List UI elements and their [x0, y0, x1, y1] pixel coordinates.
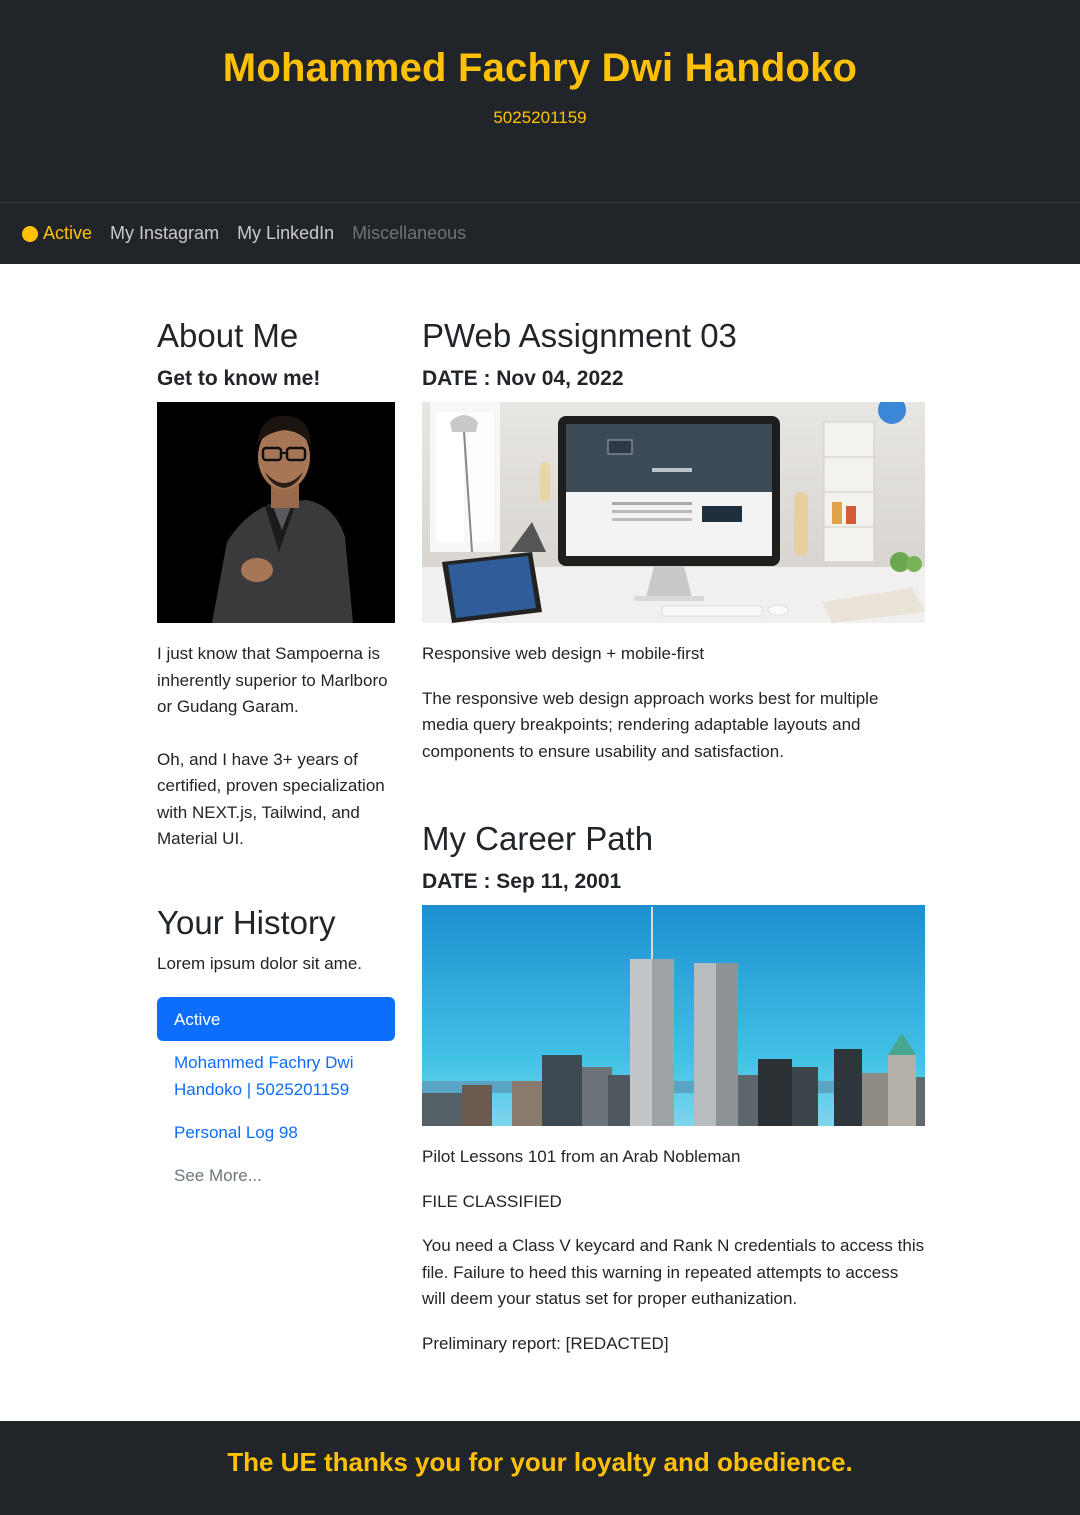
history-text: Lorem ipsum dolor sit ame.: [157, 953, 363, 973]
history-item-active[interactable]: Active: [157, 997, 395, 1041]
history-item-profile-link[interactable]: Mohammed Fachry Dwi Handoko | 5025201159: [157, 1041, 395, 1111]
nav-item-active[interactable]: Active: [22, 223, 92, 244]
nav-item-label: Active: [43, 223, 93, 243]
history-heading: Your History: [157, 903, 336, 941]
footer-message: The UE thanks you for your loyalty and o…: [227, 1447, 853, 1477]
history-item-see-more[interactable]: See More...: [157, 1154, 395, 1197]
navbar: Active My Instagram My LinkedIn Miscella…: [0, 202, 1080, 264]
post-report: Preliminary report: [REDACTED]: [422, 1333, 669, 1353]
post-title: My Career Path: [422, 820, 654, 857]
post-body: The responsive web design approach works…: [422, 688, 879, 761]
sidebar-column: About Me Get to know me! I just know tha…: [157, 316, 395, 1197]
profile-photo-graphic: [157, 402, 395, 623]
about-paragraph-1: I just know that Sampoerna is inherently…: [157, 644, 388, 716]
profile-photo: [157, 402, 395, 623]
nav-item-miscellaneous: Miscellaneous: [352, 223, 467, 243]
nav-item-instagram[interactable]: My Instagram: [110, 223, 219, 244]
about-paragraph-2: Oh, and I have 3+ years of certified, pr…: [157, 749, 385, 849]
post-title: PWeb Assignment 03: [422, 317, 737, 354]
about-subheading: Get to know me!: [157, 367, 321, 390]
post-body: You need a Class V keycard and Rank N cr…: [422, 1236, 925, 1308]
student-id: 5025201159: [493, 108, 587, 127]
post-date: DATE : Sep 11, 2001: [422, 870, 622, 893]
desk-illustration: [422, 402, 925, 623]
post-caption: Responsive web design + mobile-first: [422, 644, 705, 663]
site-footer: The UE thanks you for your loyalty and o…: [0, 1421, 1080, 1515]
page-title: Mohammed Fachry Dwi Handoko: [222, 46, 858, 90]
classified-label: FILE CLASSIFIED: [422, 1191, 562, 1211]
about-heading: About Me: [157, 317, 299, 354]
history-list: Active Mohammed Fachry Dwi Handoko | 502…: [157, 997, 395, 1197]
history-item-personal-log[interactable]: Personal Log 98: [157, 1111, 395, 1154]
post-image-desk: [422, 402, 925, 623]
main-column: PWeb Assignment 03 DATE : Nov 04, 2022 R…: [422, 316, 925, 1357]
post-image-towers: [422, 905, 925, 1126]
skyline-illustration: [422, 905, 925, 1126]
post-caption: Pilot Lessons 101 from an Arab Nobleman: [422, 1147, 741, 1166]
site-header: Mohammed Fachry Dwi Handoko 5025201159: [0, 0, 1080, 202]
status-dot-icon: [22, 225, 38, 242]
nav-item-linkedin[interactable]: My LinkedIn: [237, 223, 334, 244]
post-date: DATE : Nov 04, 2022: [422, 367, 624, 390]
